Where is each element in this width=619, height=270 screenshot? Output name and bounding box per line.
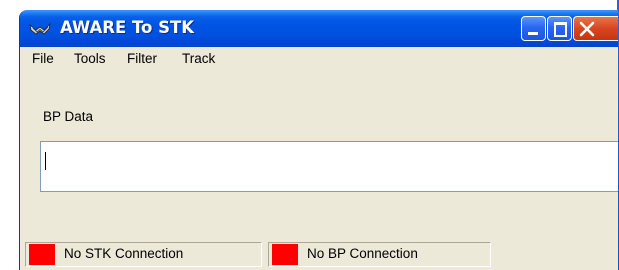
close-icon <box>579 21 595 37</box>
title-bar[interactable]: AWARE To STK <box>20 10 618 47</box>
bp-connection-indicator <box>272 244 298 265</box>
maximize-icon <box>554 22 567 37</box>
window-title: AWARE To STK <box>60 18 195 37</box>
stk-connection-indicator <box>29 244 55 265</box>
stk-connection-status: No STK Connection <box>64 246 184 261</box>
maximize-button[interactable] <box>547 16 572 41</box>
aware-app-icon <box>29 21 51 37</box>
close-button[interactable] <box>573 16 618 41</box>
bp-connection-status: No BP Connection <box>307 246 418 261</box>
menu-track[interactable]: Track <box>182 51 215 66</box>
menu-tools[interactable]: Tools <box>74 51 106 66</box>
minimize-icon <box>528 32 538 35</box>
bp-connection-panel: No BP Connection <box>268 242 491 267</box>
menu-file[interactable]: File <box>32 51 54 66</box>
app-window: AWARE To STK File Tools Filter Track BP … <box>19 10 618 270</box>
stk-connection-panel: No STK Connection <box>25 242 262 267</box>
status-bar: No STK Connection No BP Connection <box>20 237 618 270</box>
bp-data-input[interactable] <box>40 141 618 192</box>
menu-bar: File Tools Filter Track <box>20 47 618 72</box>
text-caret <box>45 152 46 170</box>
menu-filter[interactable]: Filter <box>127 51 157 66</box>
bp-data-label: BP Data <box>43 109 94 124</box>
minimize-button[interactable] <box>521 16 546 41</box>
